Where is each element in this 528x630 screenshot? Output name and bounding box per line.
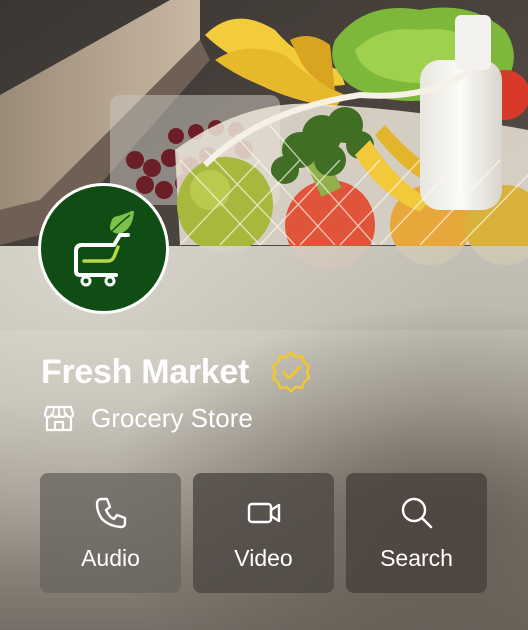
business-profile-card: Fresh Market Grocery Store Audio Video S…: [0, 0, 528, 630]
search-button[interactable]: Search: [346, 473, 487, 593]
verified-badge-icon: [271, 351, 311, 393]
shopping-cart-leaf-icon: [73, 210, 134, 286]
storefront-icon: [43, 405, 75, 432]
search-label: Search: [380, 544, 453, 571]
phone-icon: [95, 497, 126, 528]
store-name: Fresh Market: [41, 352, 250, 391]
audio-call-button[interactable]: Audio: [40, 473, 181, 593]
video-label: Video: [234, 544, 293, 571]
audio-label: Audio: [81, 544, 140, 571]
store-category-row: Grocery Store: [43, 402, 253, 434]
store-category: Grocery Store: [91, 402, 253, 433]
avatar[interactable]: [38, 183, 169, 314]
video-camera-icon: [247, 502, 280, 523]
search-icon: [401, 497, 432, 528]
video-call-button[interactable]: Video: [193, 473, 334, 593]
action-buttons: Audio Video Search: [40, 473, 487, 593]
store-title-row: Fresh Market: [41, 350, 313, 394]
